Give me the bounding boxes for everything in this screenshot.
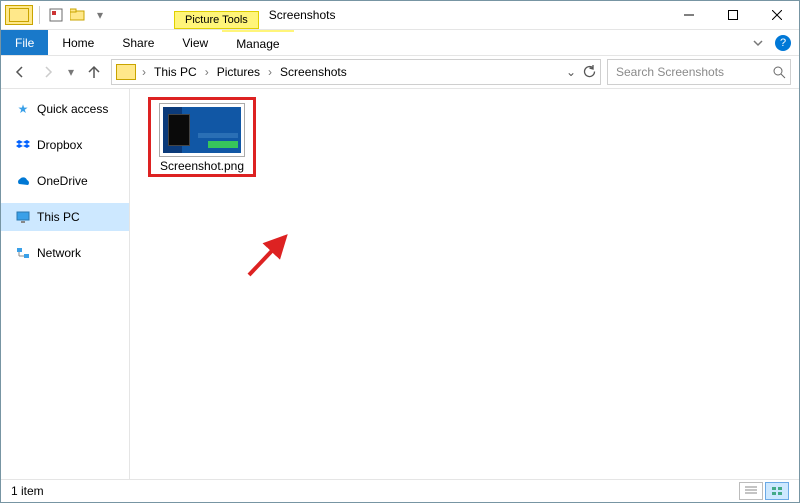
expand-ribbon-icon[interactable]: [749, 34, 767, 52]
body: ★ Quick access Dropbox OneDrive: [1, 89, 799, 479]
up-button[interactable]: [83, 61, 105, 83]
sidebar-item-label: OneDrive: [37, 174, 88, 188]
dropbox-icon: [15, 137, 31, 153]
crumb-screenshots[interactable]: Screenshots: [278, 65, 349, 79]
thumbnails-view-button[interactable]: [765, 482, 789, 500]
sidebar-item-quick-access[interactable]: ★ Quick access: [1, 95, 129, 123]
address-bar[interactable]: › This PC › Pictures › Screenshots ⌄: [111, 59, 601, 85]
explorer-window: ▾ Picture Tools Screenshots File Home Sh…: [0, 0, 800, 503]
ribbon-tabs: File Home Share View Manage ?: [1, 30, 799, 56]
tab-view[interactable]: View: [168, 30, 222, 55]
close-button[interactable]: [755, 1, 799, 29]
pc-icon: [15, 209, 31, 225]
annotation-arrow: [245, 229, 295, 279]
properties-icon[interactable]: [46, 5, 66, 25]
search-icon[interactable]: [773, 66, 786, 79]
sidebar-item-onedrive[interactable]: OneDrive: [1, 167, 129, 195]
maximize-button[interactable]: [711, 1, 755, 29]
new-folder-icon[interactable]: [68, 5, 88, 25]
chevron-right-icon[interactable]: ›: [203, 65, 211, 79]
sidebar-item-network[interactable]: Network: [1, 239, 129, 267]
crumb-pictures[interactable]: Pictures: [215, 65, 262, 79]
quick-access-toolbar: ▾: [1, 1, 114, 29]
help-icon[interactable]: ?: [775, 35, 791, 51]
file-name: Screenshot.png: [160, 157, 244, 173]
forward-button[interactable]: [37, 61, 59, 83]
folder-icon: [5, 5, 33, 25]
folder-icon: [116, 64, 136, 80]
sidebar-item-label: This PC: [37, 210, 80, 224]
search-box[interactable]: [607, 59, 791, 85]
tab-file[interactable]: File: [1, 30, 48, 55]
sidebar-item-label: Dropbox: [37, 138, 82, 152]
search-input[interactable]: [614, 64, 773, 80]
status-bar: 1 item: [1, 479, 799, 502]
minimize-button[interactable]: [667, 1, 711, 29]
sidebar-item-this-pc[interactable]: This PC: [1, 203, 129, 231]
tab-share[interactable]: Share: [108, 30, 168, 55]
sidebar-item-label: Network: [37, 246, 81, 260]
crumb-this-pc[interactable]: This PC: [152, 65, 199, 79]
file-list[interactable]: Screenshot.png: [130, 89, 799, 479]
recent-locations-icon[interactable]: ▾: [65, 61, 77, 83]
chevron-right-icon[interactable]: ›: [140, 65, 148, 79]
onedrive-icon: [15, 173, 31, 189]
refresh-icon[interactable]: [582, 65, 596, 79]
chevron-down-icon[interactable]: ⌄: [566, 65, 576, 79]
separator: [39, 6, 40, 24]
window-title: Screenshots: [269, 8, 336, 22]
picture-tools-tab[interactable]: Picture Tools: [174, 11, 259, 29]
star-icon: ★: [15, 101, 31, 117]
item-count: 1 item: [11, 484, 44, 498]
contextual-tab-area: Picture Tools Screenshots: [114, 1, 667, 29]
sidebar-item-label: Quick access: [37, 102, 108, 116]
tab-manage[interactable]: Manage: [222, 30, 293, 55]
titlebar: ▾ Picture Tools Screenshots: [1, 1, 799, 30]
qat-customize-icon[interactable]: ▾: [90, 5, 110, 25]
address-bar-row: ▾ › This PC › Pictures › Screenshots ⌄: [1, 56, 799, 89]
details-view-button[interactable]: [739, 482, 763, 500]
back-button[interactable]: [9, 61, 31, 83]
chevron-right-icon[interactable]: ›: [266, 65, 274, 79]
tab-home[interactable]: Home: [48, 30, 108, 55]
thumbnail: [159, 103, 245, 157]
file-item[interactable]: Screenshot.png: [148, 97, 256, 177]
network-icon: [15, 245, 31, 261]
window-controls: [667, 1, 799, 29]
sidebar-item-dropbox[interactable]: Dropbox: [1, 131, 129, 159]
navigation-pane: ★ Quick access Dropbox OneDrive: [1, 89, 130, 479]
